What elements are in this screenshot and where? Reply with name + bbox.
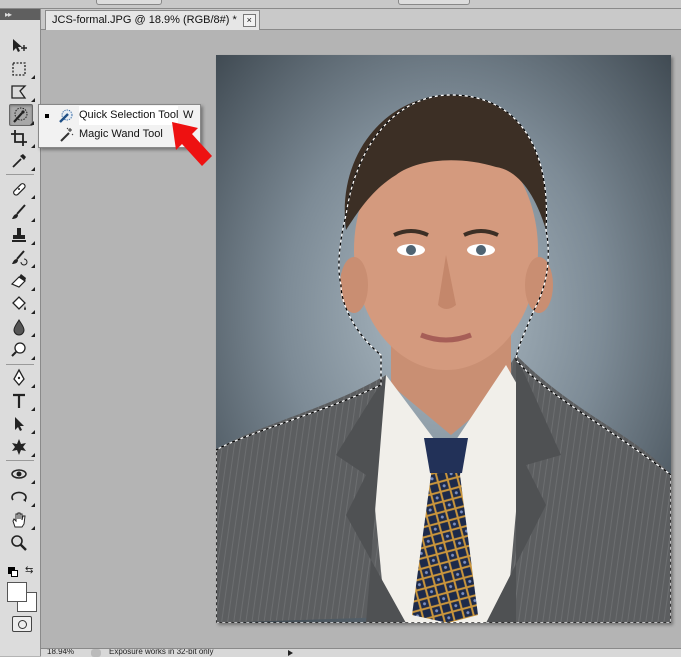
foreground-color-swatch[interactable]	[7, 582, 27, 602]
3d-rotate-tool[interactable]	[9, 464, 35, 484]
hand-icon	[12, 512, 26, 528]
swap-colors-icon[interactable]: ⇆	[25, 565, 33, 576]
magic-wand-icon	[60, 127, 74, 142]
type-icon	[13, 393, 25, 408]
dodge-tool[interactable]	[9, 340, 35, 360]
shape-icon	[12, 439, 26, 455]
dodge-icon	[11, 342, 26, 357]
default-colors-icon[interactable]	[8, 567, 18, 577]
status-menu-arrow-icon[interactable]	[288, 650, 293, 656]
marquee-icon	[12, 62, 26, 76]
zoom-level[interactable]: 18.94%	[47, 649, 74, 656]
quick-selection-icon	[59, 109, 73, 123]
clone-stamp-icon	[12, 228, 26, 242]
eraser-tool[interactable]	[9, 271, 35, 291]
hand-tool[interactable]	[9, 510, 35, 530]
eraser-icon	[10, 274, 26, 288]
portrait-photo	[216, 55, 671, 623]
healing-brush-tool[interactable]	[9, 179, 35, 199]
eyedropper-icon	[12, 154, 26, 168]
pen-icon	[13, 368, 25, 387]
pen-tool[interactable]	[9, 368, 35, 388]
crop-icon	[11, 130, 27, 146]
lasso-icon	[11, 85, 27, 99]
document-tab[interactable]: JCS-formal.JPG @ 18.9% (RGB/8#) * ×	[45, 10, 260, 30]
history-brush-tool[interactable]	[9, 248, 35, 268]
brush-icon	[12, 204, 26, 219]
options-bar	[0, 0, 681, 9]
move-tool[interactable]	[9, 36, 33, 56]
selected-bullet-icon	[45, 114, 49, 118]
3d-orbit-tool[interactable]	[9, 487, 35, 507]
paint-bucket-tool[interactable]	[9, 294, 35, 314]
options-field[interactable]	[398, 0, 470, 5]
3d-rotate-icon	[11, 469, 27, 479]
document-image[interactable]	[216, 55, 671, 623]
history-brush-icon	[12, 250, 28, 266]
quick-selection-tool[interactable]	[9, 104, 34, 126]
tools-panel: ▸▸ ⇆	[0, 9, 41, 656]
zoom-icon	[11, 535, 27, 551]
healing-brush-icon	[13, 183, 26, 196]
quick-mask-icon[interactable]	[12, 616, 32, 632]
options-field[interactable]	[96, 0, 162, 5]
path-selection-icon	[15, 417, 24, 431]
tools-panel-collapse[interactable]: ▸▸	[0, 9, 40, 20]
shape-tool[interactable]	[9, 437, 35, 457]
move-icon	[13, 39, 27, 52]
3d-orbit-icon	[11, 491, 27, 502]
blur-tool[interactable]	[9, 317, 35, 337]
menu-item-label: Quick Selection Tool	[79, 106, 179, 125]
path-selection-tool[interactable]	[9, 414, 35, 434]
lasso-tool[interactable]	[9, 82, 35, 102]
paint-bucket-icon	[12, 296, 26, 310]
close-tab-icon[interactable]: ×	[242, 14, 256, 27]
clone-stamp-tool[interactable]	[9, 225, 35, 245]
brush-tool[interactable]	[9, 202, 35, 222]
quick-selection-icon	[13, 107, 28, 123]
eyedropper-tool[interactable]	[9, 151, 35, 171]
type-tool[interactable]	[9, 391, 35, 411]
zoom-tool[interactable]	[9, 533, 33, 553]
marquee-tool[interactable]	[9, 59, 35, 79]
menu-item-label: Magic Wand Tool	[79, 128, 163, 140]
highlight-arrow-icon	[172, 122, 212, 166]
blur-icon	[13, 319, 25, 336]
crop-tool[interactable]	[9, 128, 35, 148]
status-info: Exposure works in 32-bit only	[109, 648, 214, 656]
document-tab-title: JCS-formal.JPG @ 18.9% (RGB/8#) *	[52, 14, 237, 26]
